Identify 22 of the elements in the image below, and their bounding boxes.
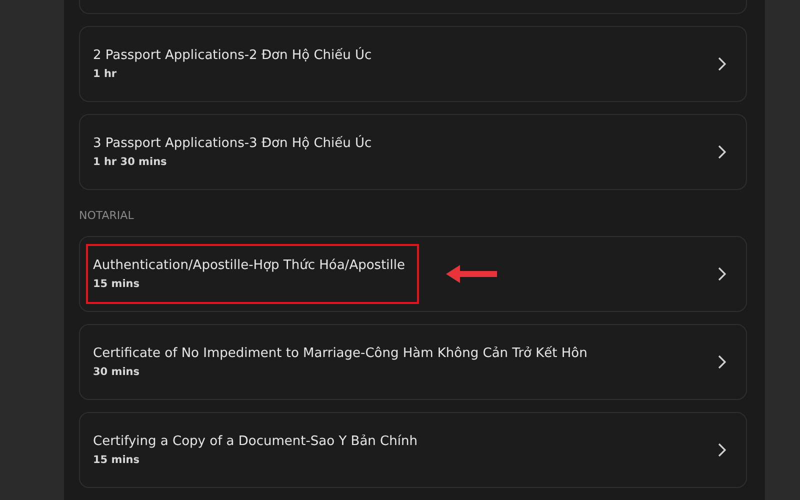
service-item[interactable]: Authentication/Apostille-Hợp Thức Hóa/Apostille 15 mins [79,236,747,312]
service-item[interactable]: 3 Passport Applications-3 Đơn Hộ Chiếu Úc 1 hr 30 mins [79,114,747,190]
service-item[interactable]: Certificate of No Impediment to Marriage-Công Hàm Không Cản Trở Kết Hôn 30 mins [79,324,747,400]
chevron-right-icon[interactable] [718,267,726,281]
service-title: Certificate of No Impediment to Marriage-Công Hàm Không Cản Trở Kết Hôn [93,346,588,361]
chevron-right-icon[interactable] [718,443,726,457]
service-duration: 1 hr [93,68,118,80]
service-title: Authentication/Apostille-Hợp Thức Hóa/Apostille [93,258,405,273]
service-duration: 15 mins [93,454,141,466]
chevron-right-icon[interactable] [718,57,726,71]
section-heading: NOTARIAL [79,209,135,222]
service-title: 3 Passport Applications-3 Đơn Hộ Chiếu Úc [93,136,372,151]
chevron-right-icon[interactable] [718,355,726,369]
service-title: 2 Passport Applications-2 Đơn Hộ Chiếu Úc [93,48,372,63]
service-duration: 15 mins [93,278,141,290]
service-duration: 30 mins [93,366,141,378]
service-item[interactable]: 2 Passport Applications-2 Đơn Hộ Chiếu Úc 1 hr [79,26,747,102]
service-title: Certifying a Copy of a Document-Sao Y Bản Chính [93,434,418,449]
chevron-right-icon[interactable] [718,145,726,159]
arrow-icon [444,263,498,285]
service-duration: 1 hr 30 mins [93,156,168,168]
service-item[interactable]: Certifying a Copy of a Document-Sao Y Bản Chính 15 mins [79,412,747,488]
